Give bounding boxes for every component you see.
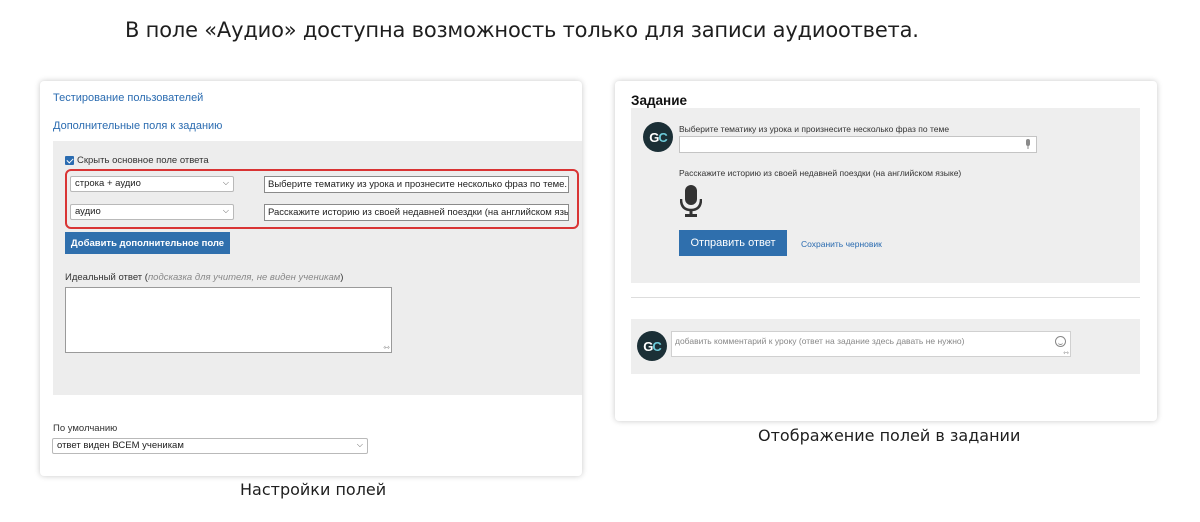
default-visibility-select[interactable]: ответ виден ВСЕМ ученикам ⌵ — [52, 438, 368, 454]
field-type-value-1: строка + аудио — [75, 178, 141, 189]
field-question-input-1[interactable]: Выберите тематику из урока и прознесите … — [264, 176, 569, 193]
ideal-answer-label-text: Идеальный ответ ( — [65, 272, 148, 283]
microphone-icon[interactable] — [1025, 139, 1031, 150]
default-visibility-value: ответ виден ВСЕМ ученикам — [57, 440, 184, 451]
task-display-panel: Задание GC Выберите тематику из урока и … — [615, 81, 1157, 421]
extra-fields-area: Скрыть основное поле ответа строка + ауд… — [53, 141, 582, 395]
task-area: GC Выберите тематику из урока и произнес… — [631, 108, 1140, 283]
question-1-text: Выберите тематику из урока и произнесите… — [679, 124, 950, 134]
hide-main-field-checkbox[interactable] — [65, 156, 74, 165]
task-title: Задание — [631, 93, 688, 108]
page-heading: В поле «Аудио» доступна возможность толь… — [125, 18, 919, 42]
extra-fields-link[interactable]: Дополнительные поля к заданию — [53, 120, 222, 132]
hide-main-field-row[interactable]: Скрыть основное поле ответа — [65, 155, 209, 166]
default-visibility-label: По умолчанию — [53, 423, 118, 434]
settings-caption: Настройки полей — [240, 480, 387, 499]
emoji-icon[interactable] — [1055, 336, 1066, 347]
field-type-select-1[interactable]: строка + аудио ⌵ — [70, 176, 234, 192]
ideal-answer-textarea[interactable]: ⇿ — [65, 287, 392, 353]
field-type-select-2[interactable]: аудио ⌵ — [70, 204, 234, 220]
comment-placeholder: добавить комментарий к уроку (ответ на з… — [675, 336, 965, 346]
save-draft-link[interactable]: Сохранить черновик — [801, 239, 882, 249]
ideal-answer-label: Идеальный ответ (подсказка для учителя, … — [65, 272, 343, 283]
resize-handle-icon[interactable]: ⇿ — [383, 343, 390, 352]
chevron-down-icon: ⌵ — [356, 440, 363, 449]
field-settings-panel: Тестирование пользователей Дополнительны… — [40, 81, 582, 476]
microphone-icon[interactable] — [680, 185, 702, 217]
comment-input[interactable]: добавить комментарий к уроку (ответ на з… — [671, 331, 1071, 357]
comment-area: GC добавить комментарий к уроку (ответ н… — [631, 319, 1140, 374]
question-2-text: Расскажите историю из своей недавней пое… — [679, 168, 962, 178]
chevron-down-icon: ⌵ — [222, 178, 229, 187]
field-question-input-2[interactable]: Расскажите историю из своей недавней пое… — [264, 204, 569, 221]
avatar: GC — [637, 331, 667, 361]
ideal-answer-hint: подсказка для учителя, не виден ученикам — [147, 272, 341, 283]
add-field-button[interactable]: Добавить дополнительное поле — [65, 232, 230, 254]
task-display-caption: Отображение полей в задании — [758, 426, 1021, 445]
send-answer-button[interactable]: Отправить ответ — [679, 230, 787, 256]
testing-link[interactable]: Тестирование пользователей — [53, 92, 203, 104]
chevron-down-icon: ⌵ — [222, 206, 229, 215]
avatar: GC — [643, 122, 673, 152]
resize-handle-icon[interactable]: ⇿ — [1063, 349, 1069, 356]
divider — [631, 297, 1140, 298]
answer-line-input[interactable] — [679, 136, 1037, 153]
ideal-answer-label-close: ) — [340, 272, 344, 283]
hide-main-field-label: Скрыть основное поле ответа — [77, 155, 209, 166]
field-type-value-2: аудио — [75, 206, 101, 217]
